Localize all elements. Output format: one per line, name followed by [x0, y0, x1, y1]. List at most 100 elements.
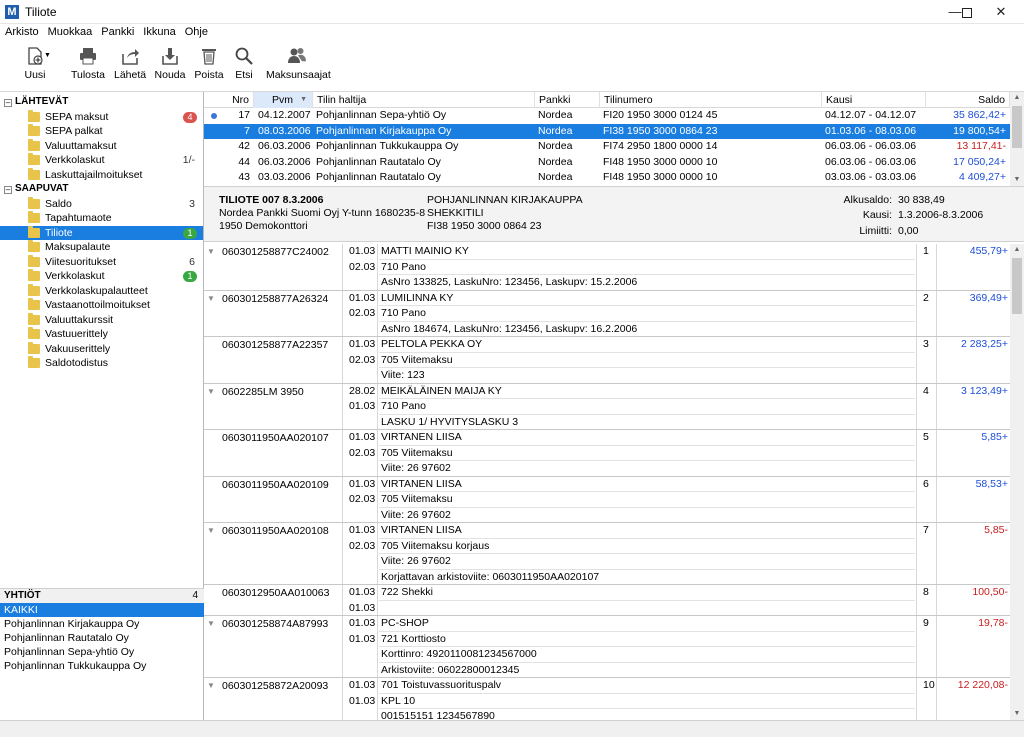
- delete-button[interactable]: Poista: [194, 46, 224, 81]
- folder-icon: [28, 327, 40, 339]
- transaction-row[interactable]: 0603011950AA020109 01.03 02.03 VIRTANEN LII…: [204, 476, 1010, 523]
- entry-number: 2: [916, 290, 937, 337]
- col-bank[interactable]: Pankki: [535, 92, 600, 108]
- cell-nro: 42: [238, 140, 250, 152]
- folder-viitesuoritukset[interactable]: Viitesuoritukset 6: [0, 254, 203, 270]
- dates: 01.03 01.03: [342, 616, 378, 678]
- transaction-row[interactable]: 060301258877A22357 01.03 02.03 PELTOLA PEKK…: [204, 337, 1010, 384]
- expand-arrow-icon[interactable]: ▼: [207, 619, 215, 628]
- fetch-button[interactable]: Nouda: [154, 46, 186, 81]
- folder-icon: [28, 109, 40, 122]
- description-line: LUMILINNA KY: [379, 291, 915, 306]
- folder-laskuttajailmoitukset[interactable]: Laskuttajailmoitukset: [0, 167, 203, 183]
- menu-ikkuna[interactable]: Ikkuna: [138, 24, 179, 38]
- collapse-icon[interactable]: –: [4, 186, 12, 194]
- transaction-row[interactable]: ▼ 0602285LM 3950 28.02 01.03 MEIKÄLÄINEN MAI…: [204, 383, 1010, 430]
- scroll-thumb[interactable]: [1012, 258, 1022, 314]
- folder-valuuttamaksut[interactable]: Valuuttamaksut: [0, 138, 203, 154]
- cell-bank: Nordea: [538, 140, 573, 152]
- date: 02.03: [349, 539, 376, 552]
- statements-scrollbar[interactable]: ▲ ▼: [1010, 92, 1024, 186]
- expand-arrow-icon[interactable]: ▼: [207, 526, 215, 535]
- folder-vastuuerittely[interactable]: Vastuuerittely: [0, 327, 203, 342]
- amount: 100,50-: [972, 586, 1008, 598]
- amount: 2 283,25+: [960, 338, 1008, 350]
- company-item[interactable]: Pohjanlinnan Kirjakauppa Oy: [0, 617, 204, 631]
- folder-valuuttakurssit[interactable]: Valuuttakurssit: [0, 312, 203, 328]
- col-pvm[interactable]: Pvm ▼: [254, 92, 313, 108]
- folder-tapahtumaote[interactable]: Tapahtumaote: [0, 211, 203, 226]
- expand-arrow-icon[interactable]: ▼: [207, 247, 215, 256]
- statement-row[interactable]: 17 04.12.2007 Pohjanlinnan Sepa-yhtiö Oy No…: [204, 108, 1010, 124]
- description-line: LASKU 1/ HYVITYSLASKU 3: [379, 415, 915, 430]
- col-period[interactable]: Kausi: [822, 92, 926, 108]
- scroll-up-icon[interactable]: ▲: [1010, 244, 1024, 256]
- menu-ohje[interactable]: Ohje: [180, 24, 212, 38]
- col-nro[interactable]: Nro: [204, 92, 254, 108]
- company-item[interactable]: KAIKKI: [0, 603, 204, 617]
- menu-pankki[interactable]: Pankki: [96, 24, 138, 38]
- statement-row[interactable]: 42 06.03.2006 Pohjanlinnan Tukkukauppa Oy N…: [204, 139, 1010, 155]
- description: MEIKÄLÄINEN MAIJA KY 710 Pano LASKU 1/ HYV…: [379, 384, 915, 430]
- folder-vastaanottoilmoitukset[interactable]: Vastaanottoilmoitukset: [0, 298, 203, 313]
- statement-row[interactable]: 43 03.03.2006 Pohjanlinnan Rautatalo Oy Nor…: [204, 170, 1010, 186]
- folder-icon: [28, 356, 40, 368]
- cell-bank: Nordea: [538, 124, 573, 137]
- folder-icon: [28, 124, 40, 136]
- close-button[interactable]: ✕: [978, 0, 1024, 24]
- col-balance[interactable]: Saldo: [926, 92, 1010, 108]
- menu-muokkaa[interactable]: Muokkaa: [43, 24, 97, 38]
- transaction-row[interactable]: ▼ 060301258872A20093 01.03 01.03 701 Toistuv…: [204, 678, 1010, 720]
- transaction-row[interactable]: 0603012950AA010063 01.03 01.03 722 Shekki 8 1…: [204, 585, 1010, 616]
- folder-verkkolaskupalautteet[interactable]: Verkkolaskupalautteet: [0, 283, 203, 299]
- company-item[interactable]: Pohjanlinnan Rautatalo Oy: [0, 631, 204, 645]
- expand-arrow-icon[interactable]: ▼: [207, 681, 215, 690]
- folder-vakuuserittely[interactable]: Vakuuserittely: [0, 341, 203, 357]
- cell-balance: 13 117,41-: [956, 140, 1006, 152]
- folder-saldo[interactable]: Saldo 3: [0, 196, 203, 212]
- trash-icon: [202, 49, 216, 65]
- menu-arkisto[interactable]: Arkisto: [0, 24, 43, 38]
- scroll-down-icon[interactable]: ▼: [1010, 708, 1024, 720]
- folder-sepa-palkat[interactable]: SEPA palkat: [0, 124, 203, 139]
- company-item[interactable]: Pohjanlinnan Tukkukauppa Oy: [0, 659, 204, 673]
- expand-arrow-icon[interactable]: ▼: [207, 387, 215, 396]
- col-account[interactable]: Tilinumero: [600, 92, 822, 108]
- col-holder[interactable]: Tilin haltija: [313, 92, 535, 108]
- statement-row[interactable]: 44 06.03.2006 Pohjanlinnan Rautatalo Oy Nor…: [204, 155, 1010, 171]
- scroll-thumb[interactable]: [1012, 106, 1022, 148]
- scroll-down-icon[interactable]: ▼: [1010, 174, 1024, 186]
- statement-row[interactable]: 7 08.03.2006 Pohjanlinnan Kirjakauppa Oy No…: [204, 123, 1010, 139]
- send-button[interactable]: Lähetä: [114, 46, 146, 81]
- folder-icon: [28, 312, 40, 325]
- payees-button[interactable]: Maksunsaajat: [266, 46, 331, 81]
- folder-tiliote[interactable]: Tiliote 1: [0, 225, 203, 240]
- folder-verkkolaskut-out[interactable]: Verkkolaskut 1/-: [0, 153, 203, 168]
- count: 1/-: [182, 154, 195, 166]
- print-button[interactable]: Tulosta: [70, 46, 106, 81]
- transaction-row[interactable]: ▼ 060301258877C24002 01.03 02.03 MATTI MAINI…: [204, 244, 1010, 291]
- archive-ref: 060301258877A26324: [222, 292, 329, 305]
- date: 01.03: [349, 679, 376, 691]
- folder-verkkolaskut-in[interactable]: Verkkolaskut 1: [0, 269, 203, 284]
- transactions-scrollbar[interactable]: ▲ ▼: [1010, 244, 1024, 720]
- companies-header: YHTIÖT 4: [0, 589, 204, 603]
- transaction-row[interactable]: ▼ 060301258877A26324 01.03 02.03 LUMILINNA K…: [204, 290, 1010, 337]
- collapse-icon[interactable]: –: [4, 99, 12, 107]
- search-button[interactable]: Etsi: [232, 46, 256, 81]
- transaction-row[interactable]: 0603011950AA020107 01.03 02.03 VIRTANEN LII…: [204, 430, 1010, 477]
- expand-arrow-icon[interactable]: ▼: [207, 294, 215, 303]
- incoming-section[interactable]: – SAAPUVAT: [0, 182, 203, 197]
- transaction-row[interactable]: ▼ 060301258874A87993 01.03 01.03 PC-SHOP 721 …: [204, 616, 1010, 678]
- scroll-up-icon[interactable]: ▲: [1010, 92, 1024, 104]
- folder-sepa-maksut[interactable]: SEPA maksut 4: [0, 109, 203, 125]
- folder-saldotodistus[interactable]: Saldotodistus: [0, 356, 203, 371]
- folder-icon: [28, 298, 40, 310]
- folder-maksupalaute[interactable]: Maksupalaute: [0, 240, 203, 255]
- date: 01.03: [349, 400, 376, 412]
- outgoing-section[interactable]: – LÄHTEVÄT: [0, 95, 203, 110]
- new-dropdown-icon[interactable]: ▼: [44, 52, 51, 59]
- cell-period: 03.03.06 - 03.03.06: [825, 171, 917, 183]
- transaction-row[interactable]: ▼ 0603011950AA020108 01.03 02.03 VIRTANEN LI…: [204, 523, 1010, 585]
- company-item[interactable]: Pohjanlinnan Sepa-yhtiö Oy: [0, 645, 204, 659]
